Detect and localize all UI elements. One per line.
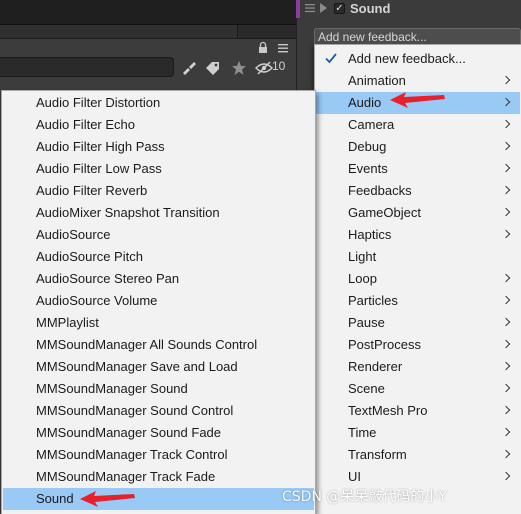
chevron-right-icon: [501, 273, 511, 283]
chevron-right-icon: [501, 141, 511, 151]
submenu-item-audio-filter-echo[interactable]: Audio Filter Echo: [3, 114, 314, 136]
chevron-right-icon: [501, 207, 511, 217]
search-input[interactable]: [0, 57, 174, 77]
menu-item-light[interactable]: Light: [316, 246, 520, 268]
menu-item-scene[interactable]: Scene: [316, 378, 520, 400]
component-title: Sound: [350, 1, 391, 16]
chevron-right-icon: [501, 339, 511, 349]
hamburger-icon[interactable]: [305, 3, 315, 13]
submenu-item-mmsoundmanager-sound-control[interactable]: MMSoundManager Sound Control: [3, 400, 314, 422]
chevron-right-icon: [501, 471, 511, 481]
hidden-count: 10: [272, 59, 286, 73]
red-arrow-annotation: [80, 491, 135, 507]
menu-item-particles[interactable]: Particles: [316, 290, 520, 312]
submenu-item-audio-filter-low-pass[interactable]: Audio Filter Low Pass: [3, 158, 314, 180]
brush-icon[interactable]: [180, 60, 198, 76]
submenu-item-audio-filter-reverb[interactable]: Audio Filter Reverb: [3, 180, 314, 202]
red-arrow-annotation: [390, 92, 445, 108]
tab-strip: [0, 24, 296, 39]
chevron-right-icon: [501, 229, 511, 239]
submenu-item-mmplaylist[interactable]: MMPlaylist: [3, 312, 314, 334]
foldout-arrow-icon[interactable]: [320, 3, 327, 13]
menu-item-haptics[interactable]: Haptics: [316, 224, 520, 246]
submenu-item-audio-filter-high-pass[interactable]: Audio Filter High Pass: [3, 136, 314, 158]
menu-icon[interactable]: [276, 41, 290, 55]
menu-item-renderer[interactable]: Renderer: [316, 356, 520, 378]
menu-item-loop[interactable]: Loop: [316, 268, 520, 290]
feedback-menu: Add new feedback... Animation Audio Came…: [314, 44, 521, 514]
menu-item-camera[interactable]: Camera: [316, 114, 520, 136]
submenu-item-audiomixer-snapshot-transition[interactable]: AudioMixer Snapshot Transition: [3, 202, 314, 224]
menu-item-debug[interactable]: Debug: [316, 136, 520, 158]
chevron-right-icon: [501, 405, 511, 415]
submenu-item-audio-filter-distortion[interactable]: Audio Filter Distortion: [3, 92, 314, 114]
menu-item-gameobject[interactable]: GameObject: [316, 202, 520, 224]
menu-item-textmesh-pro[interactable]: TextMesh Pro: [316, 400, 520, 422]
chevron-right-icon: [501, 317, 511, 327]
editor-tab[interactable]: [0, 25, 238, 39]
tag-icon[interactable]: [204, 60, 222, 76]
submenu-item-mmsoundmanager-sound[interactable]: MMSoundManager Sound: [3, 378, 314, 400]
lock-icon[interactable]: [256, 41, 270, 55]
menu-item-events[interactable]: Events: [316, 158, 520, 180]
star-icon[interactable]: [230, 60, 248, 76]
chevron-right-icon: [501, 97, 511, 107]
chevron-right-icon: [501, 163, 511, 173]
submenu-item-audiosource-stereo-pan[interactable]: AudioSource Stereo Pan: [3, 268, 314, 290]
chevron-right-icon: [501, 361, 511, 371]
chevron-right-icon: [501, 295, 511, 305]
menu-item-postprocess[interactable]: PostProcess: [316, 334, 520, 356]
submenu-item-audiosource[interactable]: AudioSource: [3, 224, 314, 246]
chevron-right-icon: [501, 449, 511, 459]
chevron-right-icon: [501, 427, 511, 437]
menu-item-feedbacks[interactable]: Feedbacks: [316, 180, 520, 202]
chevron-right-icon: [501, 119, 511, 129]
submenu-item-mmsoundmanager-all-sounds-control[interactable]: MMSoundManager All Sounds Control: [3, 334, 314, 356]
submenu-item-mmsoundmanager-sound-fade[interactable]: MMSoundManager Sound Fade: [3, 422, 314, 444]
watermark: CSDN @呆呆敲代码的小Y: [282, 489, 447, 505]
eye-hidden-icon[interactable]: [255, 60, 273, 76]
component-accent-bar: [296, 0, 300, 18]
submenu-item-audiosource-volume[interactable]: AudioSource Volume: [3, 290, 314, 312]
check-icon: [325, 53, 337, 64]
chevron-right-icon: [501, 383, 511, 393]
menu-item-pause[interactable]: Pause: [316, 312, 520, 334]
submenu-item-audiosource-pitch[interactable]: AudioSource Pitch: [3, 246, 314, 268]
submenu-item-mmsoundmanager-track-fade[interactable]: MMSoundManager Track Fade: [3, 466, 314, 488]
audio-submenu: Audio Filter Distortion Audio Filter Ech…: [1, 90, 316, 514]
chevron-right-icon: [501, 185, 511, 195]
menu-item-time[interactable]: Time: [316, 422, 520, 444]
menu-item-add-new-feedback[interactable]: Add new feedback...: [316, 48, 520, 70]
submenu-item-mmsoundmanager-save-and-load[interactable]: MMSoundManager Save and Load: [3, 356, 314, 378]
editor-top-area: [0, 0, 296, 24]
submenu-item-sound[interactable]: Sound: [3, 488, 314, 510]
chevron-right-icon: [501, 75, 511, 85]
menu-item-ui[interactable]: UI: [316, 466, 520, 488]
submenu-item-mmsoundmanager-track-control[interactable]: MMSoundManager Track Control: [3, 444, 314, 466]
enabled-checkbox[interactable]: ✓: [334, 3, 345, 14]
menu-item-transform[interactable]: Transform: [316, 444, 520, 466]
